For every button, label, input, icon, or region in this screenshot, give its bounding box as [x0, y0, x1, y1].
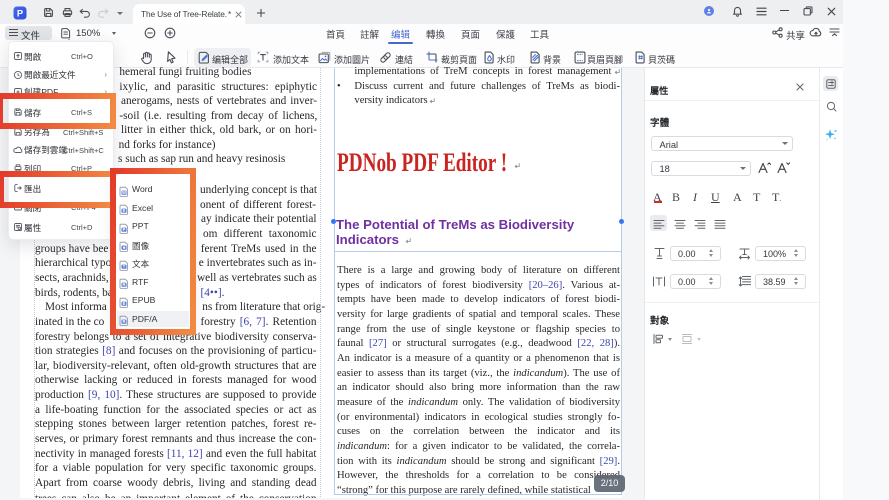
svg-text:P: P — [17, 7, 23, 18]
